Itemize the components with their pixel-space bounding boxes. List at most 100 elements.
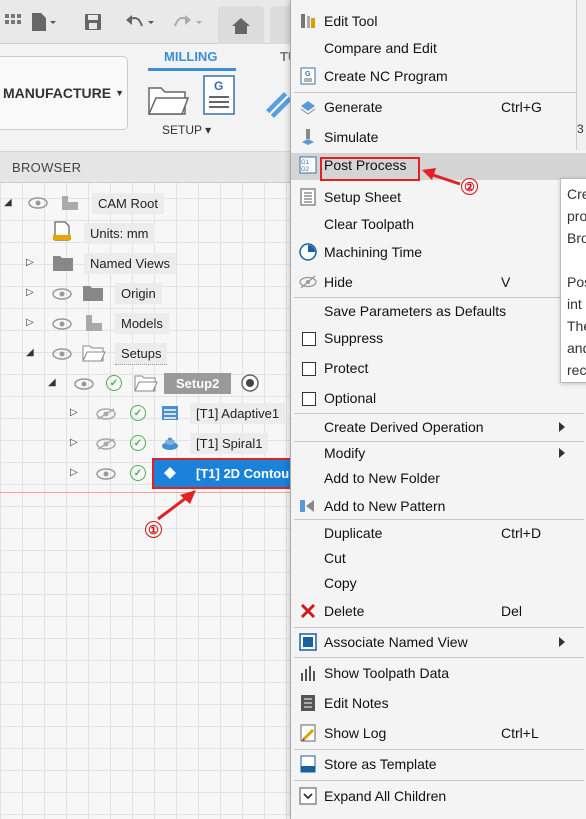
menu-item-edit-notes[interactable]: Edit Notes xyxy=(291,691,586,716)
suppress-checkbox[interactable] xyxy=(302,332,316,346)
workspace-label: MANUFACTURE xyxy=(3,85,112,101)
menu-item-clear-toolpath[interactable]: Clear Toolpath xyxy=(291,212,586,237)
menu-item-delete[interactable]: Delete Del xyxy=(291,599,586,624)
redo-button[interactable] xyxy=(172,10,206,34)
setup-folder-button[interactable] xyxy=(146,78,190,118)
tree-item-origin[interactable]: Origin xyxy=(115,283,162,304)
menu-item-cut[interactable]: Cut xyxy=(291,546,586,571)
menu-item-show-toolpath-data[interactable]: Show Toolpath Data xyxy=(291,661,586,686)
expand-icon[interactable]: ▷ xyxy=(26,287,34,298)
menu-item-label: Add to New Folder xyxy=(324,470,440,486)
collapse-icon[interactable]: ◢ xyxy=(48,377,56,388)
expand-icon[interactable]: ▷ xyxy=(26,317,34,328)
menu-item-label: Machining Time xyxy=(324,244,423,260)
menu-item-machining-time[interactable]: Machining Time xyxy=(291,240,586,265)
menu-item-label: Add to New Pattern xyxy=(324,498,446,514)
tab-milling[interactable]: MILLING xyxy=(164,49,217,64)
menu-separator xyxy=(294,92,584,93)
menu-item-edit-tool[interactable]: Edit Tool xyxy=(291,9,586,34)
protect-checkbox[interactable] xyxy=(302,362,316,376)
expand-icon[interactable]: ▷ xyxy=(26,257,34,268)
menu-item-modify[interactable]: Modify xyxy=(291,441,586,466)
collapse-icon[interactable]: ◢ xyxy=(26,347,34,358)
menu-item-compare-and-edit[interactable]: Compare and Edit xyxy=(291,36,586,61)
tree-item-spiral1[interactable]: [T1] Spiral1 xyxy=(190,433,269,454)
eye-icon[interactable] xyxy=(52,288,72,300)
tooltip-line: Pos xyxy=(567,274,586,290)
ribbon-fragment: 3 xyxy=(577,122,584,136)
menu-item-label: Show Toolpath Data xyxy=(324,665,450,681)
nc-program-icon: G xyxy=(300,67,316,85)
status-check-icon: ✓ xyxy=(130,405,146,421)
menu-item-optional[interactable]: Optional xyxy=(291,386,586,411)
menu-shortcut: Ctrl+L xyxy=(501,725,539,741)
expand-icon[interactable]: ▷ xyxy=(70,437,78,448)
menu-item-add-to-new-folder[interactable]: Add to New Folder xyxy=(291,466,586,491)
eye-icon[interactable] xyxy=(52,348,72,360)
pattern-icon xyxy=(300,500,314,512)
ribbon: MANUFACTURE ▼ MILLING TU G SETUP ▾ xyxy=(0,44,300,152)
expand-icon[interactable]: ▷ xyxy=(70,467,78,478)
tree-item-setup2[interactable]: Setup2 xyxy=(164,373,232,394)
file-menu-button[interactable] xyxy=(30,10,58,34)
tooltip-line: Cre xyxy=(567,186,586,202)
tree-item-adaptive1[interactable]: [T1] Adaptive1 xyxy=(190,403,286,424)
menu-item-hide[interactable]: Hide V xyxy=(291,270,586,295)
workspace-switcher[interactable]: MANUFACTURE ▼ xyxy=(0,56,128,130)
nc-program-button[interactable]: G xyxy=(202,74,236,118)
eye-icon[interactable] xyxy=(28,197,48,209)
menu-item-label: Create Derived Operation xyxy=(324,419,484,435)
annotation-badge-1: ① xyxy=(145,521,162,538)
menu-item-copy[interactable]: Copy xyxy=(291,571,586,596)
tree-item-cam-root[interactable]: CAM Root xyxy=(92,193,164,214)
menu-item-create-derived-operation[interactable]: Create Derived Operation xyxy=(291,415,586,440)
menu-item-label: Edit Tool xyxy=(324,13,378,29)
bar-chart-icon xyxy=(301,666,315,681)
tree-item-named-views[interactable]: Named Views xyxy=(84,253,176,274)
menu-item-simulate[interactable]: Simulate xyxy=(291,125,586,150)
save-button[interactable] xyxy=(84,10,102,34)
context-menu: Edit Tool Compare and Edit G Create NC P… xyxy=(290,0,586,819)
menu-shortcut: V xyxy=(501,274,511,290)
tree-item-units[interactable]: Units: mm xyxy=(84,223,155,244)
setup-dropdown[interactable]: SETUP ▾ xyxy=(162,123,211,137)
menu-item-add-to-new-pattern[interactable]: Add to New Pattern xyxy=(291,494,586,519)
adaptive-icon xyxy=(162,406,178,420)
undo-button[interactable] xyxy=(124,10,158,34)
eye-hidden-icon[interactable] xyxy=(96,438,116,450)
menu-item-label: Duplicate xyxy=(324,525,383,541)
menu-item-label: Optional xyxy=(324,390,377,406)
menu-item-show-log[interactable]: Show Log Ctrl+L xyxy=(291,721,586,746)
menu-separator xyxy=(294,519,584,520)
eye-icon[interactable] xyxy=(96,468,116,480)
menu-item-expand-all-children[interactable]: Expand All Children xyxy=(291,784,586,809)
eye-icon[interactable] xyxy=(74,378,94,390)
expand-icon[interactable]: ▷ xyxy=(70,407,78,418)
delete-x-icon xyxy=(300,603,316,619)
menu-item-create-nc-program[interactable]: G Create NC Program xyxy=(291,64,586,89)
menu-item-generate[interactable]: Generate Ctrl+G xyxy=(291,95,586,120)
folder-icon xyxy=(53,256,73,271)
menu-item-store-as-template[interactable]: Store as Template xyxy=(291,752,586,777)
menu-item-protect[interactable]: Protect xyxy=(291,356,586,381)
menu-item-label: Hide xyxy=(324,274,353,290)
annotation-badge-2: ② xyxy=(461,178,478,195)
menu-item-duplicate[interactable]: Duplicate Ctrl+D xyxy=(291,521,586,546)
menu-item-label: Generate xyxy=(324,99,383,115)
home-tab[interactable] xyxy=(218,6,264,44)
eye-icon[interactable] xyxy=(52,318,72,330)
browser-header: BROWSER xyxy=(0,152,300,183)
menu-item-suppress[interactable]: Suppress xyxy=(291,326,586,351)
named-view-icon xyxy=(299,633,317,651)
active-setup-icon[interactable] xyxy=(240,373,260,393)
collapse-icon[interactable]: ◢ xyxy=(4,197,12,208)
menu-item-save-parameters[interactable]: Save Parameters as Defaults xyxy=(291,299,586,324)
menu-item-associate-named-view[interactable]: Associate Named View xyxy=(291,630,586,655)
optional-checkbox[interactable] xyxy=(302,392,316,406)
tree-item-models[interactable]: Models xyxy=(115,313,169,334)
nc-program-icon: G xyxy=(203,75,235,115)
grid-menu-icon[interactable] xyxy=(4,10,22,34)
post-process-icon: G1G2 xyxy=(299,156,317,174)
tree-item-setups[interactable]: Setups xyxy=(115,343,168,365)
eye-hidden-icon[interactable] xyxy=(96,408,116,420)
